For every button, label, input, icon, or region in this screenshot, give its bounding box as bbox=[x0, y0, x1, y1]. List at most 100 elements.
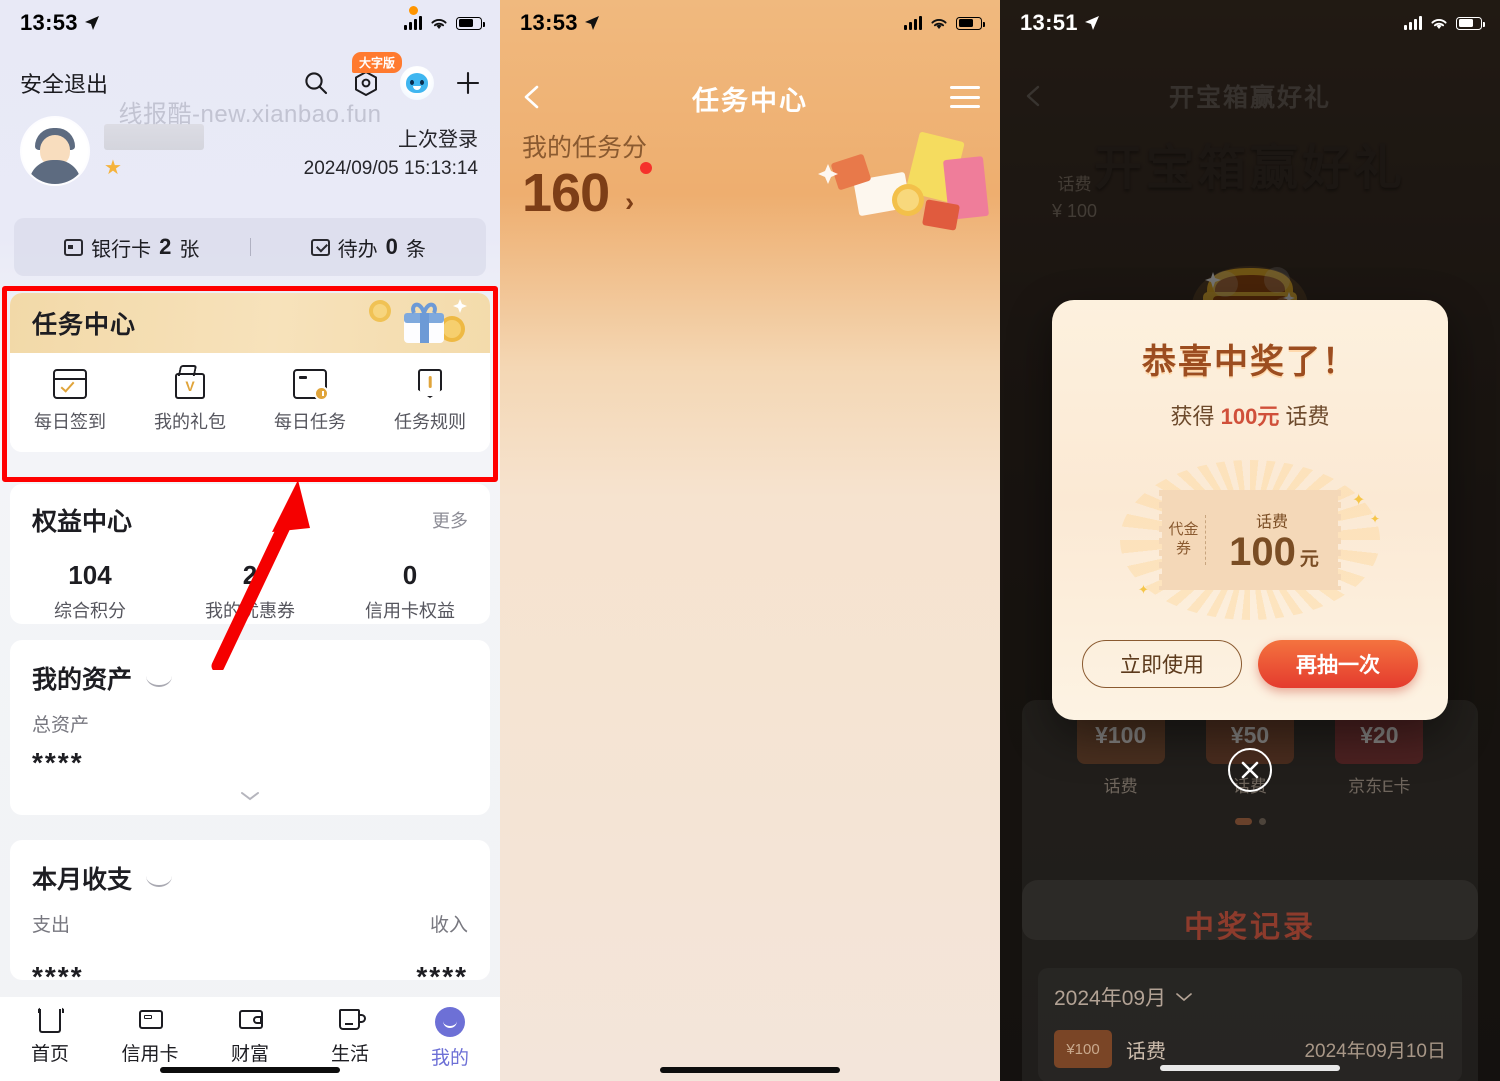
score-chevron-icon[interactable]: › bbox=[625, 187, 634, 218]
todo-unit: 条 bbox=[405, 238, 426, 261]
status-indicators bbox=[404, 16, 485, 31]
modal-sub-amount: 100元 bbox=[1220, 404, 1280, 429]
status-indicators bbox=[904, 16, 985, 31]
stat-label: 信用卡权益 bbox=[365, 601, 455, 621]
close-icon bbox=[1241, 761, 1259, 779]
task-entry-label: 每日任务 bbox=[274, 412, 346, 432]
tab-life[interactable]: 生活 bbox=[300, 1007, 400, 1066]
records-month-selector[interactable]: 2024年09月 bbox=[1054, 982, 1446, 1012]
tab-mine[interactable]: 我的 bbox=[400, 1007, 500, 1070]
menu-icon[interactable] bbox=[950, 86, 980, 108]
stat-label: 综合积分 bbox=[54, 601, 126, 621]
status-bar-panel1: 13:53 bbox=[0, 0, 500, 46]
month-values: **** **** bbox=[32, 951, 468, 993]
records-month-value: 2024年09月 bbox=[1054, 987, 1167, 1010]
tab-label: 信用卡 bbox=[121, 1044, 179, 1065]
status-time: 13:51 bbox=[1020, 10, 1100, 36]
big-font-badge[interactable]: 大字版 bbox=[352, 52, 403, 73]
user-name-block: ★ bbox=[104, 124, 204, 178]
location-arrow-icon bbox=[584, 16, 599, 30]
bank-card-entry[interactable]: 银行卡 2 张 bbox=[14, 233, 250, 262]
sparkle-icon: ✦ bbox=[1352, 492, 1366, 509]
income-label: 收入 bbox=[429, 915, 468, 936]
tab-label: 财富 bbox=[230, 1044, 269, 1065]
bank-card-label: 银行卡 bbox=[91, 238, 152, 261]
score-red-dot bbox=[640, 162, 652, 174]
draw-again-button[interactable]: 再抽一次 bbox=[1258, 640, 1418, 688]
task-center-header: 任务中心 bbox=[10, 293, 490, 353]
carousel-dots bbox=[1000, 818, 1500, 825]
location-arrow-icon bbox=[1084, 16, 1099, 30]
status-time: 13:53 bbox=[520, 10, 600, 36]
signal-icon bbox=[404, 16, 422, 30]
tab-label: 首页 bbox=[30, 1044, 69, 1065]
todo-count: 0 bbox=[385, 234, 398, 259]
tab-home[interactable]: 首页 bbox=[0, 1007, 100, 1066]
prize-currency: ¥ bbox=[1230, 721, 1244, 748]
task-entry-rules[interactable]: 任务规则 bbox=[370, 369, 490, 434]
task-entry-daily-signin[interactable]: 每日签到 bbox=[10, 369, 130, 434]
task-entry-my-gift[interactable]: V 我的礼包 bbox=[130, 369, 250, 434]
voucher-amount-row: 100 元 bbox=[1206, 532, 1338, 572]
my-score-row: 160 › bbox=[522, 162, 652, 220]
task-center-card[interactable]: 任务中心 每日签到 V 我的礼包 每日任务 任务规则 bbox=[10, 293, 490, 452]
gift-folder-icon: V bbox=[173, 369, 207, 399]
record-thumb: ¥100 bbox=[1054, 1030, 1112, 1068]
watermark: 线报酷-new.xianbao.fun bbox=[118, 101, 382, 128]
eye-hidden-icon[interactable] bbox=[146, 872, 172, 884]
task-entry-label: 任务规则 bbox=[394, 412, 466, 432]
my-assets-title: 我的资产 bbox=[32, 666, 133, 694]
sparkle-icon: ✦ bbox=[1370, 512, 1381, 526]
expense-label: 支出 bbox=[32, 915, 71, 936]
task-entry-daily-task[interactable]: 每日任务 bbox=[250, 369, 370, 434]
prize-label: 京东E卡 bbox=[1348, 777, 1411, 796]
todo-label: 待办 bbox=[337, 238, 378, 261]
sparkle-icon: ✦ bbox=[1138, 582, 1149, 597]
home-indicator bbox=[1160, 1065, 1340, 1071]
prize-label: 话费 bbox=[1103, 777, 1138, 796]
tab-wealth[interactable]: 财富 bbox=[200, 1007, 300, 1066]
prize-amount: 20 bbox=[1372, 721, 1399, 748]
voucher-value-block: 话费 100 元 bbox=[1206, 508, 1338, 572]
prize-amount: 50 bbox=[1243, 721, 1270, 748]
task-clock-icon bbox=[293, 369, 329, 401]
prize-amount: 100 bbox=[1107, 721, 1147, 748]
my-score-label: 我的任务分 bbox=[522, 134, 648, 162]
level-star-icon: ★ bbox=[104, 157, 122, 179]
rights-more-link[interactable]: 更多 bbox=[432, 507, 468, 533]
tab-credit-card[interactable]: 信用卡 bbox=[100, 1007, 200, 1066]
month-title: 本月收支 bbox=[32, 866, 133, 894]
status-time: 13:53 bbox=[20, 10, 100, 36]
panel-task-center: 13:53 任务中心 我的任务分 160 › bbox=[500, 0, 1000, 1081]
bank-card-unit: 张 bbox=[179, 238, 200, 261]
page-title: 任务中心 bbox=[692, 85, 808, 116]
stat-value: 0 bbox=[402, 560, 418, 590]
back-icon[interactable] bbox=[520, 84, 546, 110]
close-modal-button[interactable] bbox=[1228, 748, 1272, 792]
task-entry-label: 每日签到 bbox=[34, 412, 106, 432]
winning-records-card: 中奖记录 2024年09月 ¥100 话费 2024年09月10日 bbox=[1022, 880, 1478, 1081]
battery-icon bbox=[456, 16, 485, 30]
month-income-expense-card[interactable]: 本月收支 支出 收入 **** **** bbox=[10, 840, 490, 992]
eye-hidden-icon[interactable] bbox=[146, 672, 172, 684]
voucher-type-label: 代金券 bbox=[1162, 515, 1206, 565]
status-bar-panel2: 13:53 bbox=[500, 0, 1000, 46]
rights-center-title: 权益中心 bbox=[32, 508, 133, 536]
home-indicator bbox=[160, 1067, 340, 1073]
task-center-title: 任务中心 bbox=[32, 311, 137, 339]
panel-prize-modal: 13:51 开宝箱赢好礼 开宝箱赢好礼 话费 ¥ 100 bbox=[1000, 0, 1500, 1081]
chevron-down-icon[interactable] bbox=[240, 791, 260, 801]
stat-points[interactable]: 104 综合积分 bbox=[10, 560, 170, 623]
stat-card-rights[interactable]: 0 信用卡权益 bbox=[330, 560, 490, 623]
todo-check-icon bbox=[310, 238, 330, 256]
use-now-button[interactable]: 立即使用 bbox=[1082, 640, 1242, 688]
location-arrow-icon bbox=[84, 16, 99, 30]
status-time-text: 13:51 bbox=[1020, 10, 1078, 35]
todo-entry[interactable]: 待办 0 条 bbox=[251, 233, 487, 262]
last-login-time: 2024/09/05 15:13:14 bbox=[303, 157, 478, 179]
income-value: **** bbox=[416, 961, 468, 992]
voucher-unit: 元 bbox=[1299, 549, 1319, 570]
signal-icon bbox=[1404, 16, 1422, 30]
my-score-block[interactable]: 我的任务分 160 › bbox=[522, 128, 652, 220]
voucher-amount: 100 bbox=[1229, 530, 1296, 574]
